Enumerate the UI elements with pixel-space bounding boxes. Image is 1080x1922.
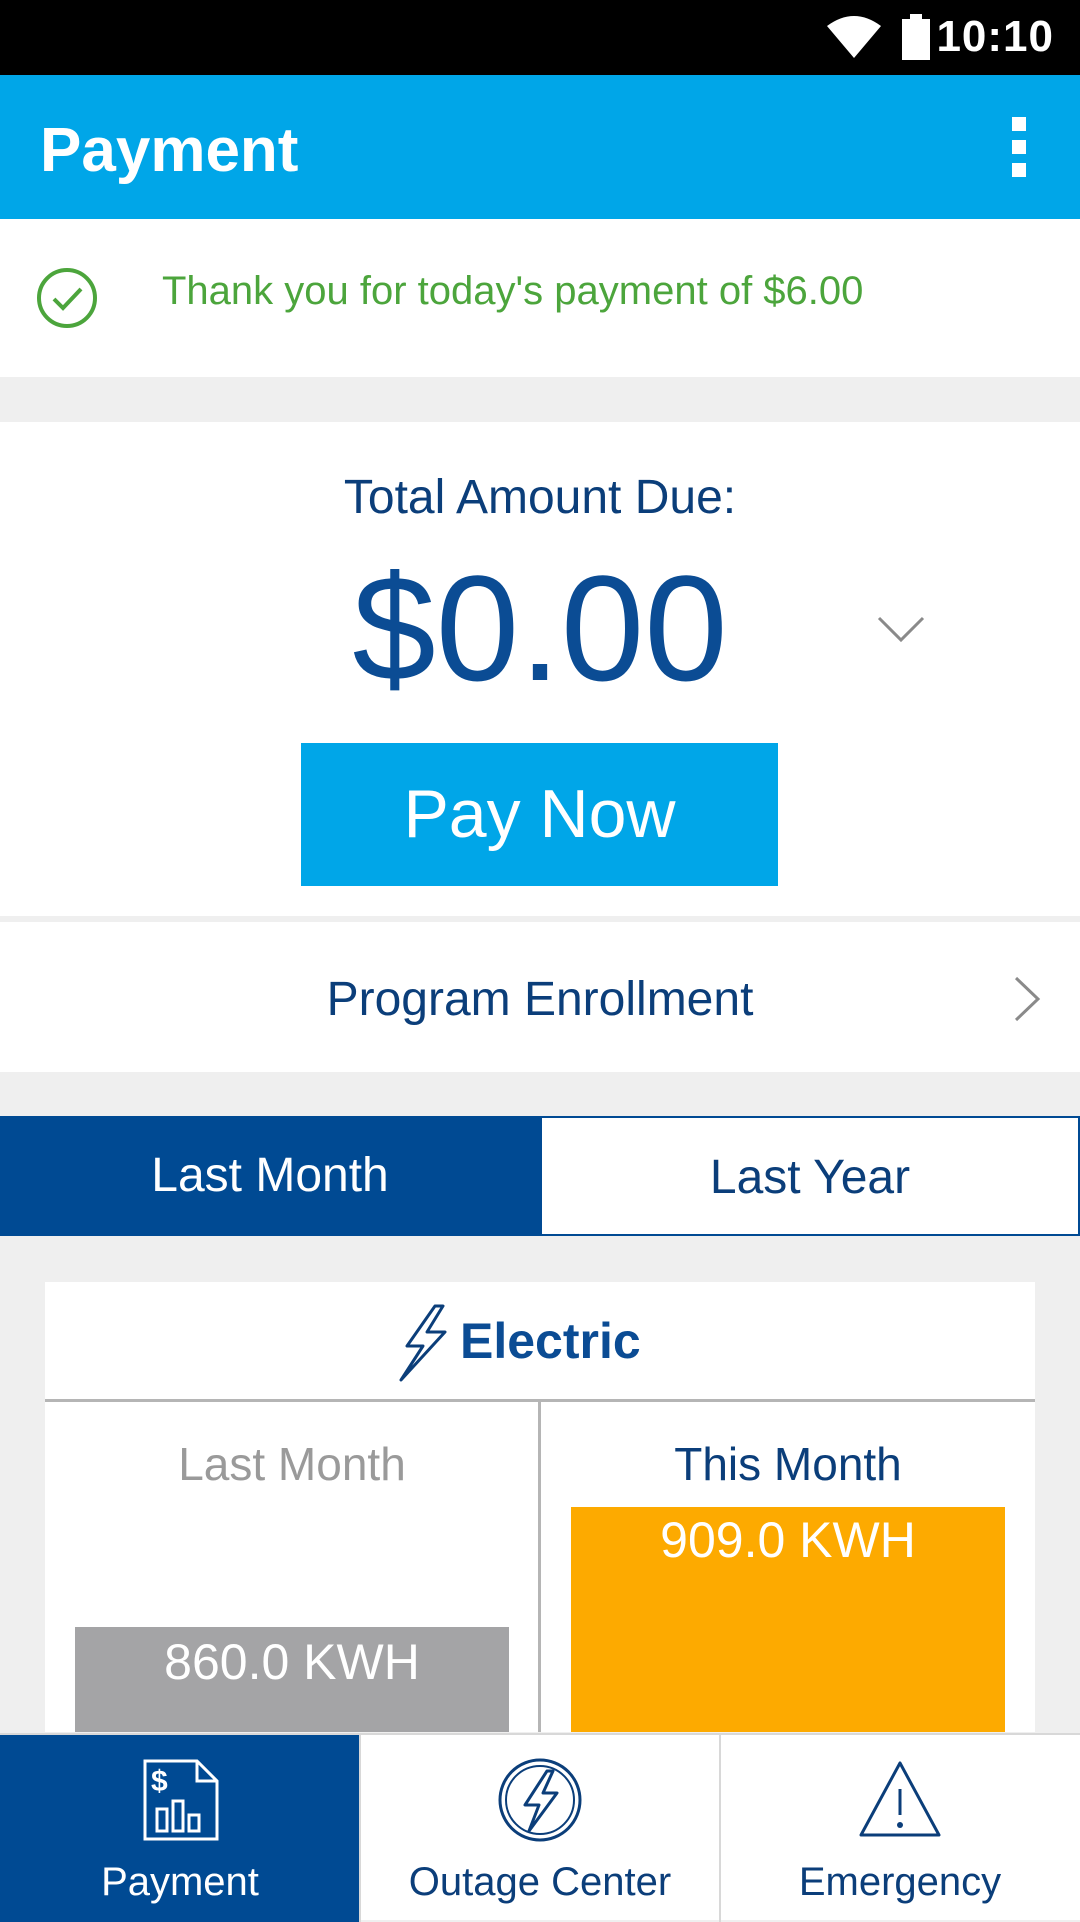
- pay-now-button[interactable]: Pay Now: [301, 743, 778, 886]
- svg-text:$: $: [151, 1765, 168, 1798]
- program-enrollment-row[interactable]: Program Enrollment: [0, 922, 1080, 1072]
- status-bar: 10:10: [0, 0, 1080, 75]
- last-month-bar: 860.0 KWH: [75, 1627, 509, 1732]
- bill-chart-icon: $: [143, 1759, 219, 1841]
- amount-due-label: Total Amount Due:: [343, 471, 737, 524]
- nav-payment-label: Payment: [101, 1860, 259, 1904]
- payment-confirmation: Thank you for today's payment of $6.00: [0, 219, 1080, 377]
- confirmation-message: Thank you for today's payment of $6.00: [162, 269, 864, 313]
- nav-emergency[interactable]: Emergency: [720, 1735, 1080, 1922]
- last-month-value: 860.0 KWH: [164, 1634, 420, 1690]
- overflow-menu-icon[interactable]: [1000, 115, 1040, 179]
- check-circle-icon: [37, 268, 97, 328]
- nav-payment[interactable]: $ Payment: [0, 1735, 360, 1922]
- this-month-label: This Month: [674, 1438, 902, 1490]
- usage-title: Electric: [460, 1313, 641, 1369]
- bottom-navigation: $ Payment Outage Center Emergency: [0, 1733, 1080, 1922]
- status-time: 10:10: [936, 12, 1054, 61]
- nav-outage-center-label: Outage Center: [408, 1860, 672, 1904]
- this-month-value: 909.0 KWH: [660, 1512, 916, 1568]
- this-month-bar: 909.0 KWH: [571, 1507, 1005, 1732]
- nav-emergency-label: Emergency: [798, 1860, 1002, 1904]
- battery-icon: [902, 14, 930, 60]
- period-tabs: Last Month Last Year: [0, 1116, 1080, 1236]
- app-bar: Payment: [0, 75, 1080, 219]
- last-month-label: Last Month: [178, 1438, 406, 1490]
- chevron-right-icon: [1014, 976, 1041, 1022]
- lightning-circle-icon: [498, 1758, 582, 1842]
- electric-usage-card: Electric Last Month This Month 860.0 KWH…: [45, 1282, 1035, 1732]
- nav-outage-center[interactable]: Outage Center: [360, 1735, 720, 1922]
- usage-header: Electric: [45, 1282, 1035, 1402]
- amount-due-card: Total Amount Due: $0.00 Pay Now: [0, 422, 1080, 916]
- tab-last-month[interactable]: Last Month: [0, 1116, 540, 1236]
- lightning-bolt-icon: [399, 1304, 447, 1382]
- wifi-icon: [827, 16, 881, 58]
- program-enrollment-label: Program Enrollment: [326, 973, 754, 1026]
- chevron-down-icon[interactable]: [875, 612, 927, 648]
- page-title: Payment: [40, 116, 299, 185]
- tab-last-year[interactable]: Last Year: [540, 1116, 1080, 1236]
- warning-triangle-icon: [859, 1761, 941, 1837]
